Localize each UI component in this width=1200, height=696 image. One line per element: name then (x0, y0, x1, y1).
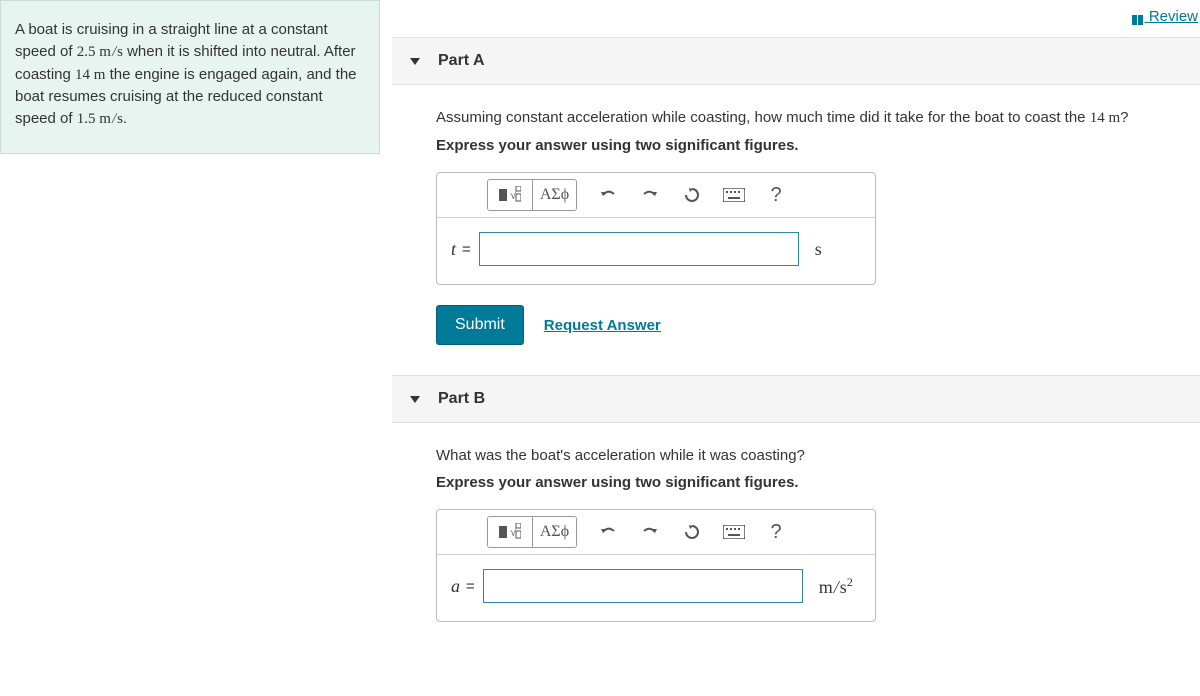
reset-button[interactable] (675, 517, 709, 547)
caret-down-icon (410, 396, 420, 403)
book-icon (1127, 12, 1143, 22)
part-a-instruction: Express your answer using two significan… (436, 137, 1200, 154)
part-b-variable: a (451, 576, 460, 597)
undo-button[interactable] (591, 180, 625, 210)
review-link[interactable]: Review (1127, 8, 1198, 25)
part-a-toolbar: √ ΑΣϕ (437, 173, 875, 218)
greek-letters-button[interactable]: ΑΣϕ (532, 180, 576, 210)
part-a-submit-button[interactable]: Submit (436, 305, 524, 345)
part-b-question: What was the boat's acceleration while i… (436, 445, 1200, 466)
part-b-answer-input[interactable] (483, 569, 803, 603)
part-b-instruction: Express your answer using two significan… (436, 474, 1200, 491)
part-b-answer-box: √ ΑΣϕ (436, 509, 876, 622)
help-button[interactable]: ? (759, 180, 793, 210)
redo-button[interactable] (633, 517, 667, 547)
part-a-answer-box: √ ΑΣϕ (436, 172, 876, 285)
undo-button[interactable] (591, 517, 625, 547)
part-a-variable: t (451, 239, 456, 260)
help-button[interactable]: ? (759, 517, 793, 547)
part-a: Part A Assuming constant acceleration wh… (392, 37, 1200, 345)
reset-button[interactable] (675, 180, 709, 210)
part-a-header[interactable]: Part A (392, 37, 1200, 85)
part-a-units: s (815, 239, 822, 260)
part-b-units: m/s2 (819, 575, 853, 598)
part-b-title: Part B (438, 390, 485, 408)
greek-letters-button[interactable]: ΑΣϕ (532, 517, 576, 547)
keyboard-button[interactable] (717, 517, 751, 547)
part-b-toolbar: √ ΑΣϕ (437, 510, 875, 555)
template-picker-button[interactable]: √ (488, 180, 532, 210)
problem-statement: A boat is cruising in a straight line at… (0, 0, 380, 154)
part-a-question: Assuming constant acceleration while coa… (436, 107, 1200, 129)
part-b: Part B What was the boat's acceleration … (392, 375, 1200, 622)
part-b-header[interactable]: Part B (392, 375, 1200, 423)
keyboard-button[interactable] (717, 180, 751, 210)
caret-down-icon (410, 58, 420, 65)
part-a-title: Part A (438, 52, 485, 70)
part-a-answer-input[interactable] (479, 232, 799, 266)
part-a-request-answer-link[interactable]: Request Answer (544, 317, 661, 334)
template-picker-button[interactable]: √ (488, 517, 532, 547)
redo-button[interactable] (633, 180, 667, 210)
